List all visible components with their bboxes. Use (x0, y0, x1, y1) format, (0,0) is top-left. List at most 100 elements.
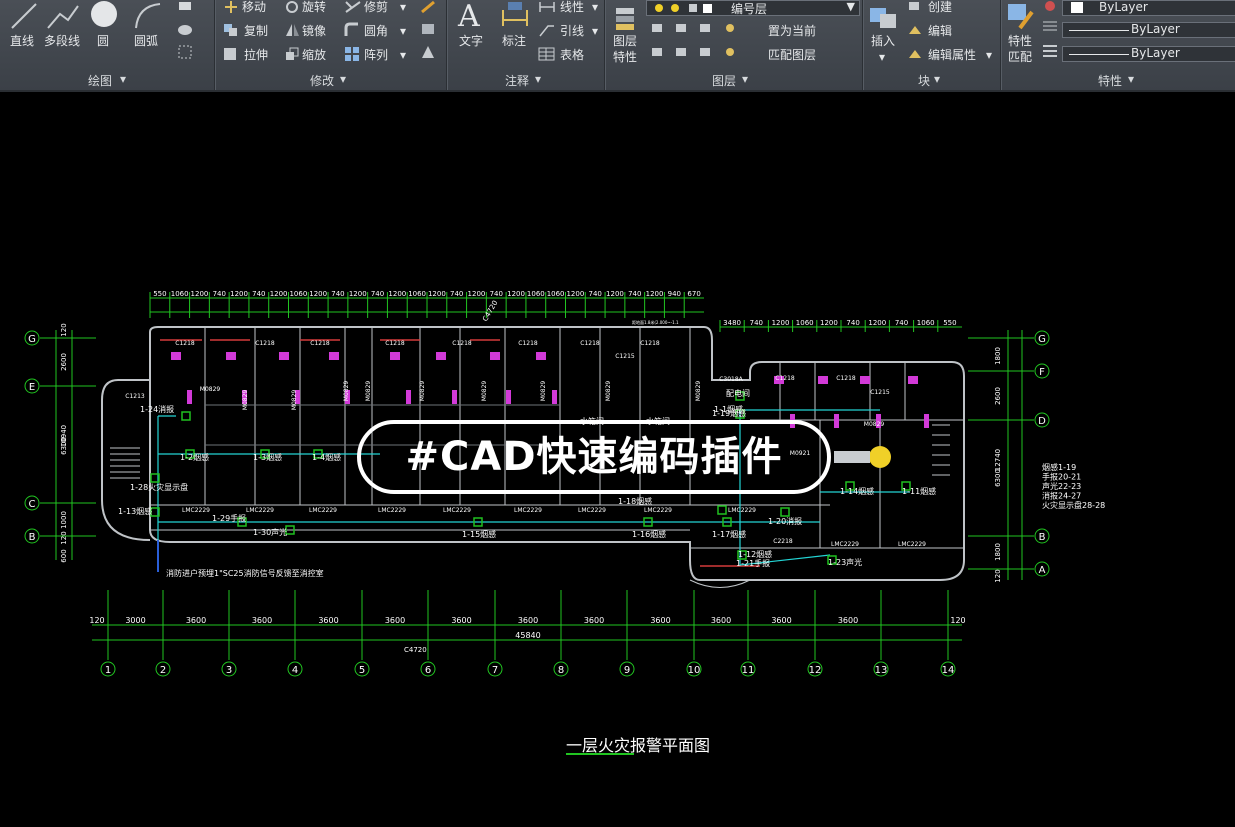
mirror-icon (286, 24, 299, 36)
dim-value-right: 120 (994, 569, 1002, 582)
dimension-icon[interactable] (500, 0, 530, 30)
color-swatch (1071, 2, 1083, 13)
drawing-canvas[interactable]: 120 3000 3600 3600 3600 3600 3600 3600 3600 3600 3… (0, 92, 1235, 827)
layer-group-dropdown-icon[interactable]: ▾ (742, 72, 748, 86)
properties-group-label[interactable]: 特性 (1098, 72, 1122, 89)
trim-button[interactable]: 修剪 (364, 0, 388, 14)
circle-button[interactable]: 圆 (97, 34, 109, 48)
match-properties-icon[interactable] (1006, 2, 1036, 30)
modify-group-label[interactable]: 修改 (310, 72, 334, 89)
modify-group-dropdown-icon[interactable]: ▾ (340, 72, 346, 86)
polyline-icon[interactable] (46, 2, 82, 32)
axis-bubble-row-left-label: E (29, 382, 35, 393)
lineweight-preview (1069, 54, 1129, 55)
text-icon[interactable]: A (456, 0, 486, 30)
move-button[interactable]: 移动 (242, 0, 266, 14)
fillet-icon (344, 22, 358, 36)
dim-value-top: 740 (450, 290, 463, 298)
draw-extra-icons[interactable] (176, 0, 196, 62)
insert-dropdown-icon[interactable]: ▾ (879, 50, 885, 64)
leader-button[interactable]: 引线 (560, 24, 584, 38)
trim-dropdown-icon[interactable]: ▾ (400, 0, 406, 14)
rotate-button[interactable]: 旋转 (302, 0, 326, 14)
polyline-button[interactable]: 多段线 (44, 34, 80, 48)
block-group-label[interactable]: 块 (918, 72, 930, 89)
lmc-label: LMC2229 (246, 507, 274, 514)
array-dropdown-icon[interactable]: ▾ (400, 48, 406, 62)
dim-value-bottom: 3000 (125, 616, 145, 625)
arc-button[interactable]: 圆弧 (134, 34, 158, 48)
insert-button[interactable]: 插入 (871, 34, 895, 48)
line-button[interactable]: 直线 (10, 34, 34, 48)
layer-dropdown-chevron-icon[interactable]: ▼ (847, 0, 855, 13)
legend-entry: 手报20-21 (1042, 472, 1081, 482)
edit-attributes-dropdown-icon[interactable]: ▾ (986, 48, 992, 62)
lmc-label: LMC2229 (578, 507, 606, 514)
stretch-button[interactable]: 拉伸 (244, 48, 268, 62)
layer-group-label[interactable]: 图层 (712, 72, 736, 89)
wash-fixture (452, 390, 457, 404)
line-icon[interactable] (10, 2, 38, 32)
lmc-label: LMC2229 (728, 507, 756, 514)
dim-value-top: 1060 (527, 290, 545, 298)
dim-value-top: 1200 (388, 290, 406, 298)
layer-properties-label-2[interactable]: 特性 (613, 50, 637, 64)
dim-value-top: 740 (252, 290, 265, 298)
edit-attributes-button[interactable]: 编辑属性 (928, 48, 976, 62)
dim-value-top: 670 (687, 290, 700, 298)
linear-button[interactable]: 线性 (560, 0, 584, 14)
leader-dropdown-icon[interactable]: ▾ (592, 24, 598, 38)
color-dropdown[interactable]: ByLayer (1062, 0, 1235, 16)
circle-icon[interactable] (88, 0, 120, 32)
fillet-button[interactable]: 圆角 (364, 24, 388, 38)
dim-value-top: 740 (490, 290, 503, 298)
scale-button[interactable]: 缩放 (302, 48, 326, 62)
match-layer-button[interactable]: 匹配图层 (768, 48, 816, 62)
window-label: C1218 (385, 340, 405, 347)
insert-block-icon[interactable] (868, 2, 900, 32)
dim-value-top: 1200 (230, 290, 248, 298)
layer-tool-icons[interactable] (650, 22, 750, 64)
match-properties-label-2[interactable]: 匹配 (1008, 50, 1032, 64)
fillet-dropdown-icon[interactable]: ▾ (400, 24, 406, 38)
table-icon (538, 47, 555, 61)
rotate-icon (286, 1, 298, 13)
dim-value-top-right: 1200 (772, 319, 790, 327)
array-button[interactable]: 阵列 (364, 48, 388, 62)
toilet-fixture (390, 352, 400, 360)
annotate-group-dropdown-icon[interactable]: ▾ (535, 72, 541, 86)
wash-fixture (406, 390, 411, 404)
create-block-button[interactable]: 创建 (928, 0, 952, 14)
lineweight-dropdown[interactable]: ByLayer (1062, 46, 1235, 62)
drawing-title-underline (566, 753, 634, 755)
block-group-dropdown-icon[interactable]: ▾ (934, 72, 940, 86)
ceiling-label-top: C4720 (481, 299, 499, 323)
draw-group-label[interactable]: 绘图 (88, 72, 112, 89)
match-properties-label-1[interactable]: 特性 (1008, 34, 1032, 48)
dimension-button[interactable]: 标注 (502, 34, 526, 48)
draw-group-dropdown-icon[interactable]: ▾ (120, 72, 126, 86)
table-button[interactable]: 表格 (560, 48, 584, 62)
axis-bubble-col-label: 9 (624, 665, 630, 676)
door-label: M0829 (343, 381, 350, 402)
axis-bubble-col-label: 5 (359, 665, 365, 676)
linetype-dropdown[interactable]: ByLayer (1062, 22, 1235, 38)
copy-button[interactable]: 复制 (244, 24, 268, 38)
annotate-group-label[interactable]: 注释 (505, 72, 529, 89)
properties-group-dropdown-icon[interactable]: ▾ (1128, 72, 1134, 86)
dim-value-top: 1200 (566, 290, 584, 298)
dim-value-right: 1800 (994, 543, 1002, 561)
layer-properties-label-1[interactable]: 图层 (613, 34, 637, 48)
toilet-fixture (818, 376, 828, 384)
linear-dropdown-icon[interactable]: ▾ (592, 0, 598, 14)
dim-value-top: 1200 (606, 290, 624, 298)
text-button[interactable]: 文字 (459, 34, 483, 48)
arc-icon[interactable] (132, 0, 164, 32)
layer-dropdown[interactable]: 编号层 ▼ (646, 0, 860, 16)
mirror-button[interactable]: 镜像 (302, 24, 326, 38)
set-current-layer-button[interactable]: 置为当前 (768, 24, 816, 38)
modify-extra-icons[interactable] (418, 0, 438, 62)
layer-properties-icon[interactable] (612, 4, 640, 32)
legend-entry: 消报24-27 (1042, 491, 1081, 501)
edit-block-button[interactable]: 编辑 (928, 24, 952, 38)
